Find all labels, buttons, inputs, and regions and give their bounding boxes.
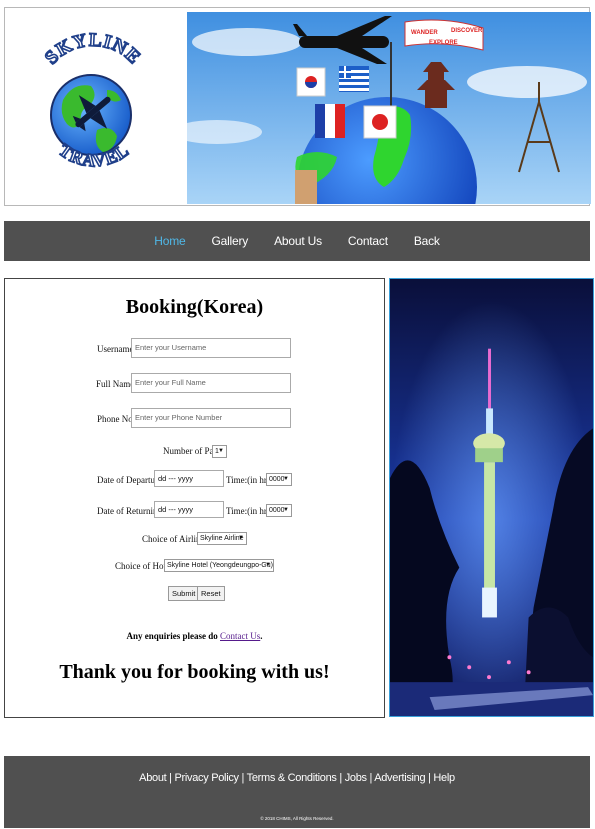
chevron-down-icon: ▼ (265, 562, 271, 568)
enquiry-end: . (260, 631, 263, 641)
chevron-down-icon: ▼ (283, 507, 289, 513)
banner-text-wander: WANDER (411, 30, 438, 36)
phone-label: Phone No: (97, 414, 136, 424)
contact-us-link[interactable]: Contact Us (220, 631, 260, 641)
site-footer: About | Privacy Policy | Terms & Conditi… (4, 756, 590, 828)
departure-time-select[interactable]: 0000 ▼ (266, 473, 292, 486)
chevron-down-icon: ▼ (218, 448, 224, 454)
banner-text-discover: DISCOVER (451, 28, 483, 34)
phone-input[interactable]: Enter your Phone Number (131, 408, 291, 428)
logo-top-text: SKYLINE (40, 29, 144, 70)
pax-select[interactable]: 1 ▼ (212, 445, 227, 458)
footer-link-jobs[interactable]: Jobs (345, 772, 367, 784)
chevron-down-icon: ▼ (283, 476, 289, 482)
chevron-down-icon: ▼ (238, 535, 244, 541)
main-navigation: Home Gallery About Us Contact Back (4, 221, 590, 261)
booking-form-panel: Booking(Korea) Username: Enter your User… (4, 278, 385, 718)
site-header: SKYLINE TRAVEL WANDER DISCOVER EXPLORE (4, 7, 591, 206)
nav-about-us[interactable]: About Us (261, 234, 335, 248)
hotel-select[interactable]: Skyline Hotel (Yeongdeungpo-Gu) ▼ (164, 559, 274, 572)
departure-date-input[interactable]: dd --- yyyy (154, 470, 224, 487)
travel-banner-image: WANDER DISCOVER EXPLORE (187, 12, 591, 204)
nav-home[interactable]: Home (141, 234, 198, 248)
thank-you-message: Thank you for booking with us! (59, 661, 330, 683)
fullname-input[interactable]: Enter your Full Name (131, 373, 291, 393)
hotel-value: Skyline Hotel (Yeongdeungpo-Gu) (167, 562, 273, 569)
footer-link-help[interactable]: Help (433, 772, 455, 784)
footer-links: About | Privacy Policy | Terms & Conditi… (139, 772, 455, 784)
footer-link-terms[interactable]: Terms & Conditions (247, 772, 337, 784)
enquiry-text: Any enquiries please do (126, 631, 218, 641)
nav-gallery[interactable]: Gallery (198, 234, 261, 248)
username-input[interactable]: Enter your Username (131, 338, 291, 358)
footer-link-advertising[interactable]: Advertising (374, 772, 425, 784)
submit-button[interactable]: Submit (168, 586, 200, 601)
svg-text:SKYLINE: SKYLINE (41, 30, 145, 69)
return-date-input[interactable]: dd --- yyyy (154, 501, 224, 518)
seoul-tower-photo (389, 278, 594, 717)
nav-back[interactable]: Back (401, 234, 453, 248)
banner-text-explore: EXPLORE (429, 40, 458, 46)
footer-link-privacy[interactable]: Privacy Policy (174, 772, 239, 784)
copyright-text: © 2018 CHIMS, All Rights Reserved. (260, 816, 334, 821)
airline-value: Skyline Airline (200, 535, 244, 542)
reset-button[interactable]: Reset (197, 586, 225, 601)
skyline-travel-logo[interactable]: SKYLINE TRAVEL (27, 20, 157, 196)
airline-select[interactable]: Skyline Airline ▼ (197, 532, 247, 545)
enquiry-line: Any enquiries please do Contact Us. (5, 631, 384, 641)
booking-title: Booking(Korea) (125, 296, 264, 318)
nav-contact[interactable]: Contact (335, 234, 401, 248)
return-time-select[interactable]: 0000 ▼ (266, 504, 292, 517)
footer-link-about[interactable]: About (139, 772, 167, 784)
